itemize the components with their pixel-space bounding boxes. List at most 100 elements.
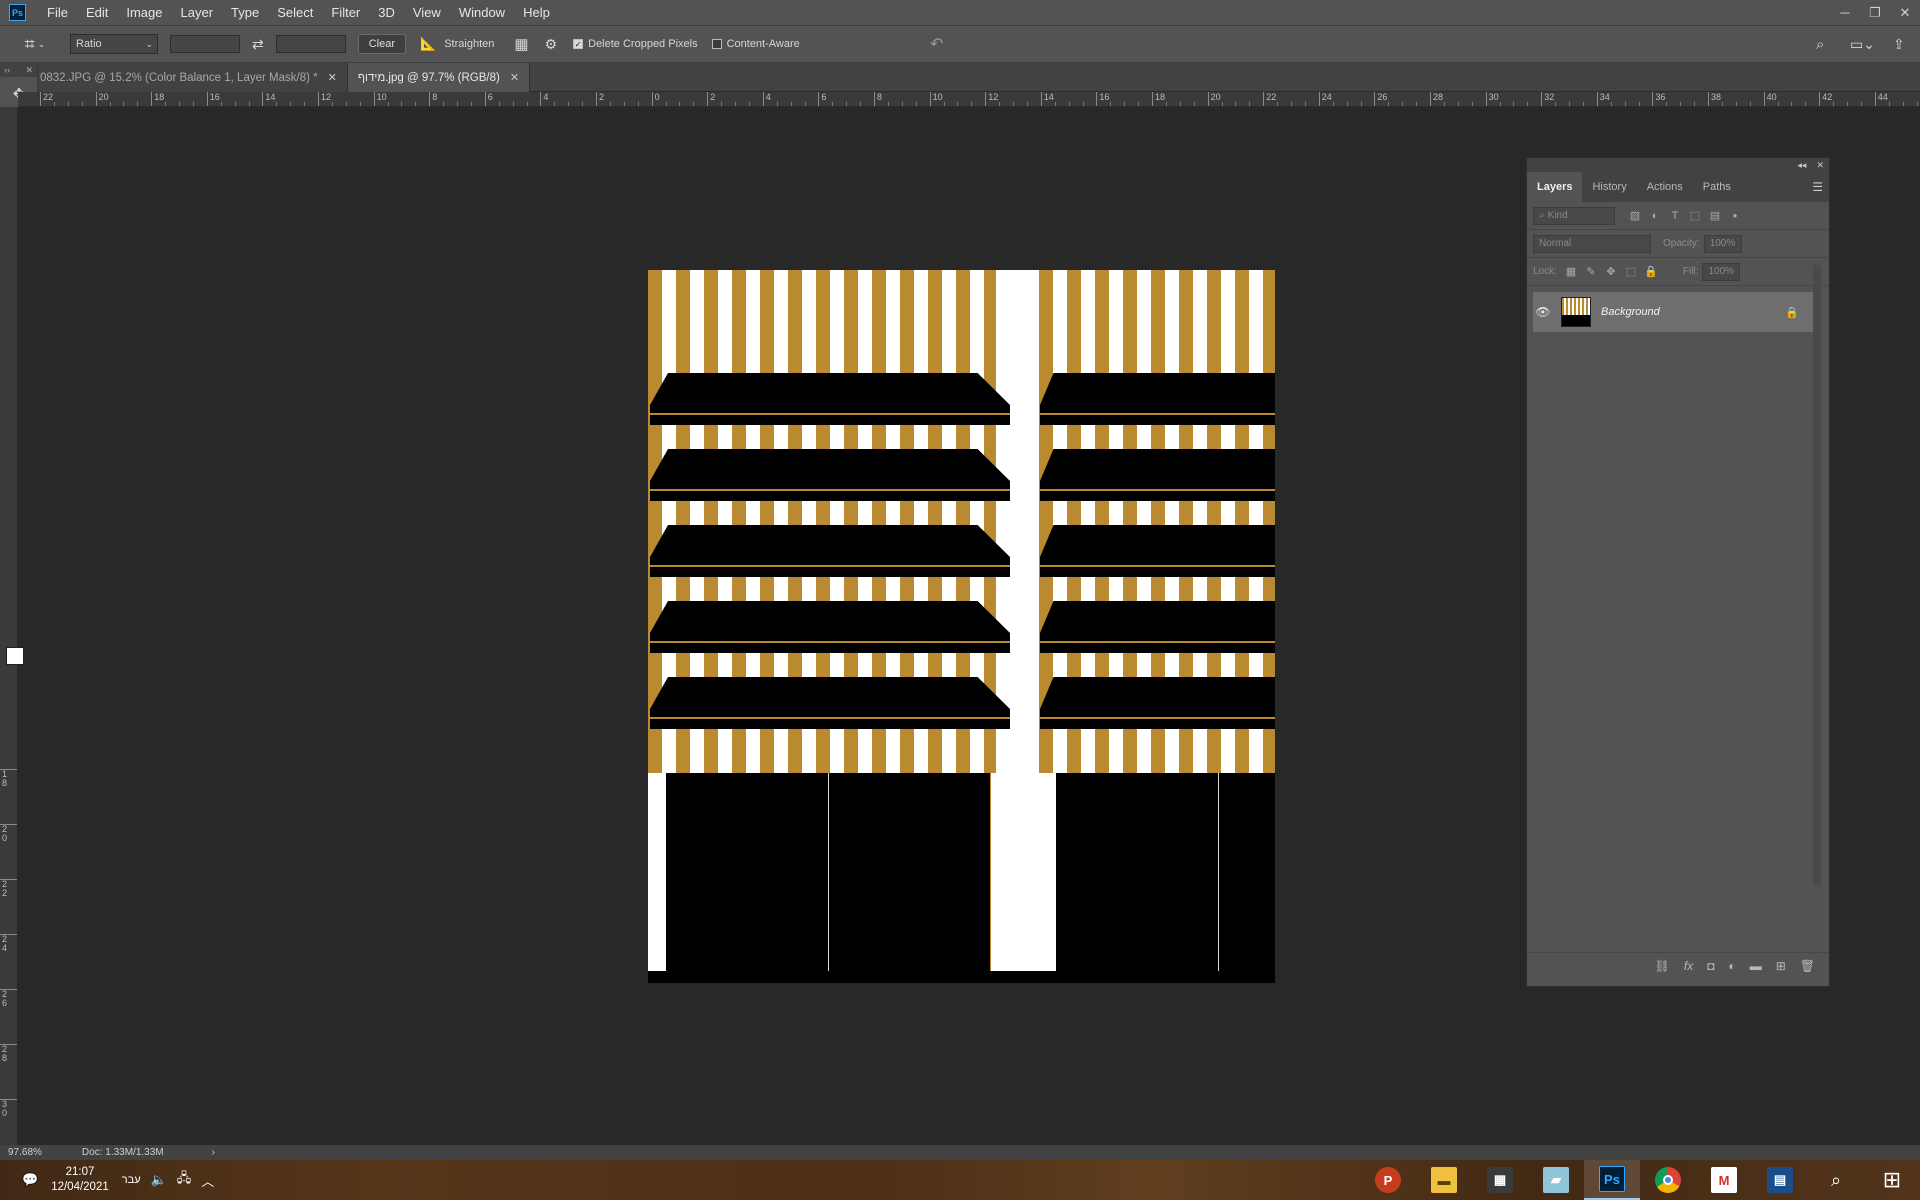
close-panel-icon[interactable]: ✕ <box>25 65 33 76</box>
adjustment-filter-icon[interactable]: ◐ <box>1645 210 1665 222</box>
workspace-icon[interactable]: ▭⌄ <box>1850 36 1875 53</box>
kind-filter-select[interactable]: ⌕ Kind <box>1533 206 1615 225</box>
type-filter-icon[interactable]: T <box>1665 210 1685 222</box>
fill-input[interactable]: 100% <box>1702 262 1741 281</box>
taskbar-apps: P ▬ ▦ ▰ Ps M ▤ ⌕ ⊞ <box>1360 1160 1920 1200</box>
clock[interactable]: 21:07 12/04/2021 <box>51 1165 109 1195</box>
grid-overlay-icon[interactable]: ▦ <box>514 35 528 53</box>
ratio-height-input[interactable] <box>275 35 346 53</box>
notes-app[interactable]: ▰ <box>1528 1160 1584 1200</box>
pixel-filter-icon[interactable]: ▨ <box>1625 209 1645 222</box>
menu-image[interactable]: Image <box>117 0 171 25</box>
lock-pixels-icon[interactable]: ✎ <box>1581 265 1601 278</box>
reset-icon[interactable]: ↶ <box>930 34 943 54</box>
new-layer-icon[interactable]: ⊞ <box>1776 959 1786 973</box>
calculator-app[interactable]: ▦ <box>1472 1160 1528 1200</box>
photoshop-app[interactable]: Ps <box>1584 1160 1640 1200</box>
menu-filter[interactable]: Filter <box>322 0 369 25</box>
panel-scrollbar[interactable] <box>1813 265 1821 885</box>
close-icon[interactable]: ✕ <box>1816 160 1824 171</box>
close-icon[interactable]: ✕ <box>328 71 337 84</box>
chevron-right-icon[interactable]: › <box>212 1147 215 1158</box>
layers-panel: ◂◂ ✕ Layers History Actions Paths ☰ ⌕ Ki… <box>1526 157 1830 987</box>
search-button[interactable]: ⌕ <box>1808 1160 1864 1200</box>
tab-actions[interactable]: Actions <box>1637 172 1693 202</box>
lock-transparent-icon[interactable]: ▦ <box>1561 265 1581 278</box>
ratio-width-input[interactable] <box>170 35 240 53</box>
notifications-icon[interactable]: 💬 <box>22 1172 38 1188</box>
adjustment-layer-icon[interactable]: ◐ <box>1728 959 1735 973</box>
lock-position-icon[interactable]: ✥ <box>1601 265 1621 278</box>
tab-paths[interactable]: Paths <box>1693 172 1741 202</box>
ruler-minor-tick <box>1346 102 1348 106</box>
straighten-button[interactable]: Straighten <box>444 38 494 50</box>
collapse-icon[interactable]: ◂◂ <box>1797 160 1806 171</box>
language-indicator[interactable]: עבר <box>122 1174 141 1186</box>
tab-document-shelf[interactable]: מידוף.jpg @ 97.7% (RGB/8) ✕ <box>347 63 531 92</box>
menu-edit[interactable]: Edit <box>77 0 117 25</box>
blend-mode-select[interactable]: Normal <box>1533 234 1651 253</box>
ratio-select[interactable]: Ratio ⌄ <box>70 34 158 54</box>
menu-3d[interactable]: 3D <box>369 0 404 25</box>
ruler-minor-tick <box>901 102 903 106</box>
menu-help[interactable]: Help <box>514 0 559 25</box>
network-icon[interactable]: 🖧 <box>177 1169 192 1191</box>
ruler-minor-tick <box>1332 102 1334 106</box>
minimize-icon[interactable]: ─ <box>1830 0 1860 25</box>
crop-preset-icon[interactable]: ⌗ ⌄ <box>14 29 56 59</box>
close-icon[interactable]: ✕ <box>1890 0 1920 25</box>
menu-view[interactable]: View <box>404 0 450 25</box>
menu-select[interactable]: Select <box>268 0 322 25</box>
ruler-minor-tick <box>582 102 584 106</box>
panel-menu-icon[interactable]: ☰ <box>1812 180 1823 194</box>
remote-desktop-app[interactable]: ▤ <box>1752 1160 1808 1200</box>
layer-name[interactable]: Background <box>1601 306 1660 318</box>
horizontal-ruler: 22 20 18 16 14 12 10 8 6 4 2 0 2 4 6 8 10 12 14 16 18 20 22 24 2… <box>18 92 1920 107</box>
clear-button[interactable]: Clear <box>357 34 407 54</box>
start-button[interactable]: ⊞ <box>1864 1160 1920 1200</box>
menu-file[interactable]: File <box>38 0 77 25</box>
straighten-icon[interactable]: 📐 <box>420 36 436 52</box>
visibility-eye-icon[interactable]: 👁 <box>1533 305 1553 319</box>
filter-toggle-icon[interactable]: ● <box>1725 211 1745 220</box>
zoom-level[interactable]: 97.68% <box>8 1147 42 1158</box>
share-icon[interactable]: ⇪ <box>1893 36 1905 53</box>
powerpoint-app[interactable]: P <box>1360 1160 1416 1200</box>
chrome-app[interactable] <box>1640 1160 1696 1200</box>
trash-icon[interactable]: 🗑 <box>1800 959 1815 973</box>
ruler-minor-tick <box>1721 102 1723 106</box>
tab-document-0832[interactable]: 0832.JPG @ 15.2% (Color Balance 1, Layer… <box>38 63 348 92</box>
collapse-icon[interactable]: ›› <box>4 65 10 75</box>
swap-icon[interactable]: ⇄ <box>252 36 264 53</box>
fx-icon[interactable]: fx <box>1684 959 1693 973</box>
ruler-minor-tick <box>1499 102 1501 106</box>
delete-cropped-checkbox[interactable]: ✓ Delete Cropped Pixels <box>573 38 698 50</box>
lock-all-icon[interactable]: 🔒 <box>1641 265 1661 278</box>
tab-layers[interactable]: Layers <box>1527 172 1583 202</box>
foreground-color-swatch[interactable] <box>6 647 24 665</box>
gmail-app[interactable]: M <box>1696 1160 1752 1200</box>
menu-layer[interactable]: Layer <box>172 0 223 25</box>
gear-icon[interactable]: ⚙ <box>545 36 558 53</box>
shape-filter-icon[interactable]: ⬚ <box>1685 209 1705 222</box>
restore-icon[interactable]: ❐ <box>1860 0 1890 25</box>
opacity-input[interactable]: 100% <box>1703 234 1742 253</box>
menu-type[interactable]: Type <box>222 0 268 25</box>
new-group-icon[interactable]: ▬ <box>1750 959 1762 973</box>
smart-object-filter-icon[interactable]: ▤ <box>1705 209 1725 222</box>
document-canvas[interactable] <box>648 270 1275 983</box>
menu-window[interactable]: Window <box>450 0 514 25</box>
layer-row-background[interactable]: 👁 Background 🔒 <box>1533 292 1813 332</box>
volume-icon[interactable]: 🔈 <box>151 1172 167 1188</box>
chevron-up-icon[interactable]: ︿ <box>201 1171 214 1190</box>
content-aware-checkbox[interactable]: Content-Aware <box>711 38 800 50</box>
lock-icon[interactable]: 🔒 <box>1785 306 1799 319</box>
search-icon[interactable]: ⌕ <box>1816 36 1824 53</box>
lock-artboard-icon[interactable]: ⬚ <box>1621 265 1641 278</box>
add-mask-icon[interactable]: ◘ <box>1707 959 1714 973</box>
doc-size: Doc: 1.33M/1.33M <box>81 1147 164 1158</box>
tab-history[interactable]: History <box>1582 172 1636 202</box>
close-icon[interactable]: ✕ <box>510 71 519 84</box>
link-layers-icon[interactable]: ⛓ <box>1655 959 1670 973</box>
file-explorer-app[interactable]: ▬ <box>1416 1160 1472 1200</box>
